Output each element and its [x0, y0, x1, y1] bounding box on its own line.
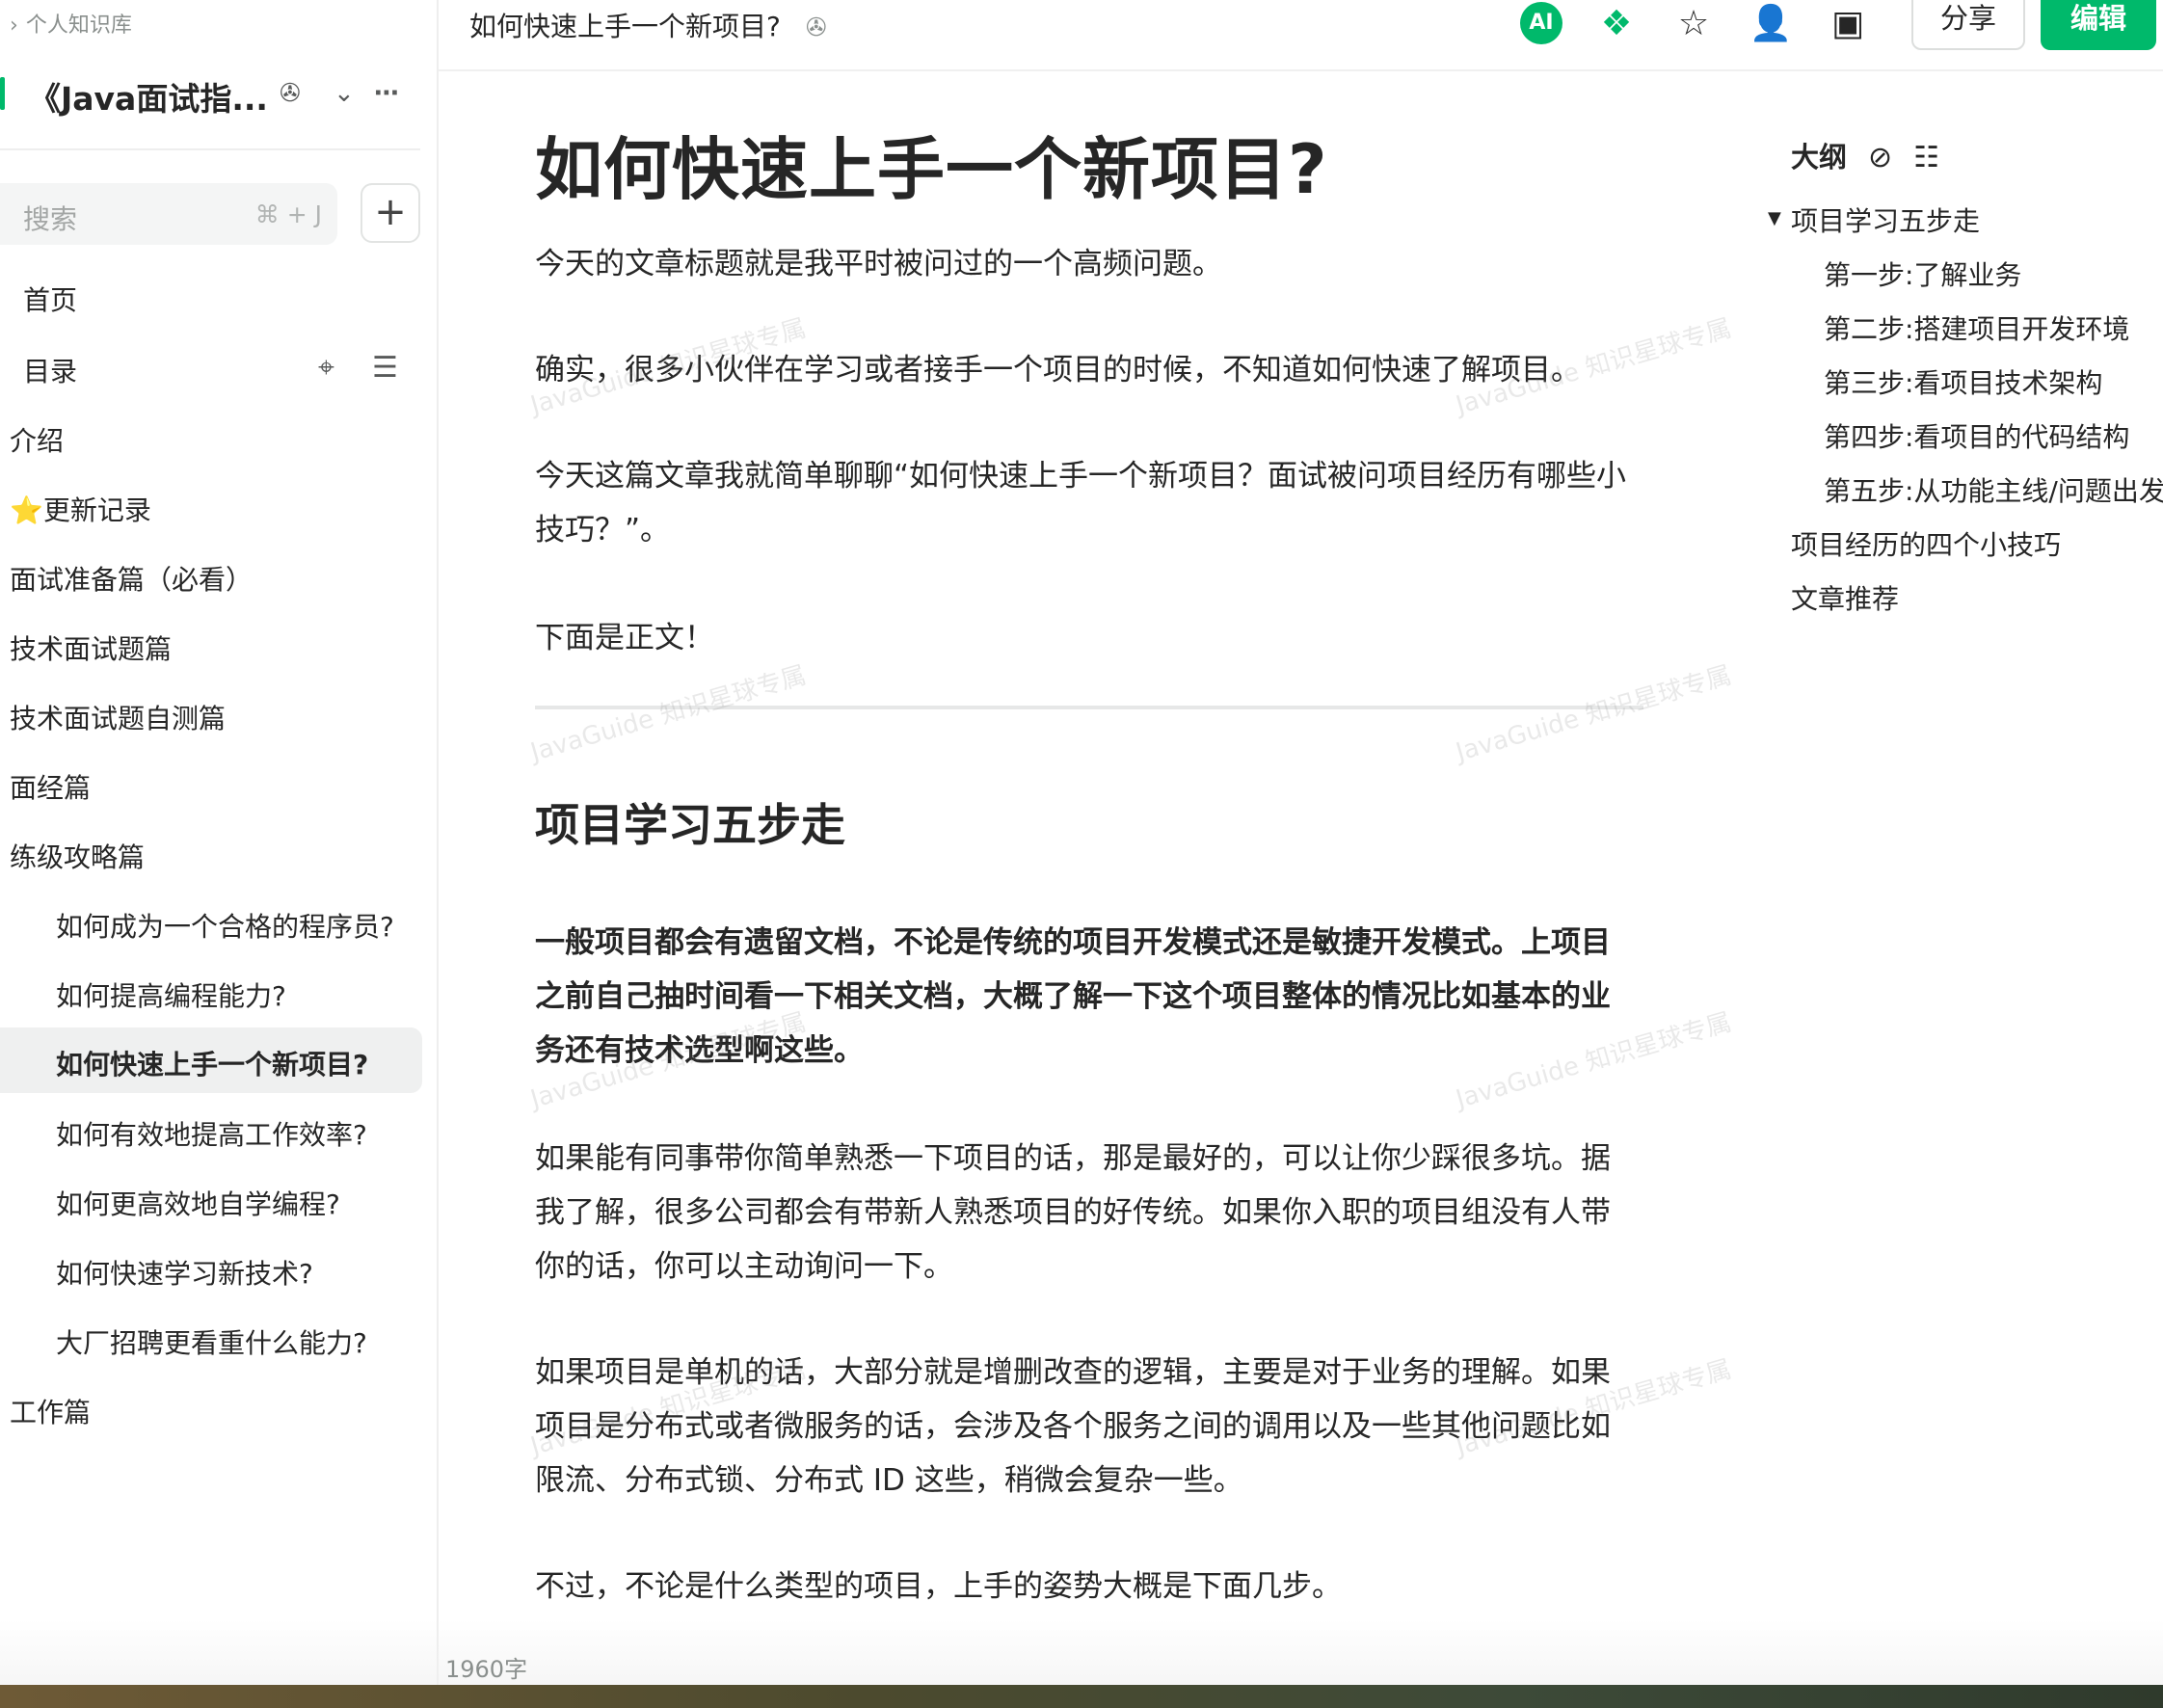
sidebar-item[interactable]: 大厂招聘更看重什么能力? [0, 1309, 420, 1369]
sidebar-item-label: 如何提高编程能力? [56, 980, 286, 1012]
caret-down-icon[interactable]: ▼ [1768, 208, 1781, 228]
outline-item[interactable]: 第四步:看项目的代码结构 [1824, 416, 2129, 455]
add-button[interactable]: + [360, 183, 420, 243]
sidebar-item-label: 介绍 [10, 425, 65, 457]
paragraph: 今天这篇文章我就简单聊聊“如何快速上手一个新项目？面试被问项目经历有哪些小技巧？… [535, 459, 1627, 547]
chevron-down-icon[interactable]: ⌄ [334, 79, 355, 108]
search-shortcut: ⌘ + J [254, 200, 322, 228]
outline-header: 大纲 ⊘ ☷ [1791, 135, 1939, 175]
book-accent-bar [0, 77, 5, 110]
outline-item[interactable]: 文章推荐 [1791, 578, 1899, 617]
presentation-icon[interactable]: ▣ [1825, 2, 1871, 48]
sidebar-item-toc[interactable]: 目录 ⌖ ☰ [0, 337, 420, 397]
sidebar-item-label: 工作篇 [10, 1397, 92, 1428]
sidebar-item-label: 技术面试题自测篇 [10, 703, 227, 734]
sidebar-item-label: 如何有效地提高工作效率? [56, 1119, 367, 1151]
outline-item-label: 项目学习五步走 [1791, 205, 1981, 237]
sidebar-item[interactable]: ⭐更新记录 [0, 476, 420, 536]
outline-item[interactable]: ▼ 项目学习五步走 [1768, 200, 1981, 239]
sidebar-item[interactable]: 面经篇 [0, 754, 420, 814]
outline-item[interactable]: 第三步:看项目技术架构 [1824, 362, 2102, 401]
hide-outline-icon[interactable]: ⊘ [1868, 141, 1892, 174]
sidebar-item-label: ⭐更新记录 [10, 494, 151, 526]
sidebar-item-active[interactable]: 如何快速上手一个新项目? [0, 1027, 422, 1093]
sidebar-item[interactable]: 技术面试题自测篇 [0, 684, 420, 744]
paragraph: 确实，很多小伙伴在学习或者接手一个项目的时候，不知道如何快速了解项目。 [535, 353, 1581, 387]
outline-item[interactable]: 第二步:搭建项目开发环境 [1824, 308, 2129, 347]
sidebar-item-label: 如何快速学习新技术? [56, 1258, 313, 1290]
sidebar-item-label: 如何成为一个合格的程序员? [56, 911, 394, 943]
sidebar-item-label: 目录 [23, 356, 78, 387]
paragraph: 下面是正文！ [535, 621, 714, 655]
article-title: 如何快速上手一个新项目? [535, 130, 1328, 209]
sidebar-item-label: 面经篇 [10, 772, 92, 804]
edit-button[interactable]: 编辑 [2041, 0, 2156, 50]
ai-assistant-button[interactable]: AI [1520, 2, 1562, 44]
share-button[interactable]: 分享 [1911, 0, 2025, 50]
sidebar-item[interactable]: 面试准备篇（必看） [0, 546, 420, 605]
more-icon[interactable]: ⋯ [374, 79, 399, 108]
section-heading: 项目学习五步走 [535, 799, 845, 851]
paragraph: 今天的文章标题就是我平时被问过的一个高频问题。 [535, 247, 1222, 281]
sidebar-item[interactable]: 如何快速学习新技术? [0, 1240, 420, 1299]
watermark: JavaGuide 知识星球专属 [527, 660, 810, 768]
sidebar-item-label: 如何更高效地自学编程? [56, 1188, 340, 1220]
sidebar-item[interactable]: 如何有效地提高工作效率? [0, 1101, 420, 1161]
sidebar-item[interactable]: 练级攻略篇 [0, 823, 420, 883]
sidebar-item-label: 技术面试题篇 [10, 633, 173, 665]
outline-item[interactable]: 第一步:了解业务 [1824, 254, 2021, 293]
outline-list-icon[interactable]: ☷ [1913, 141, 1939, 174]
sidebar-item-home[interactable]: 首页 [0, 266, 420, 326]
desktop-background-strip [0, 1685, 2163, 1708]
book-header: 《Java面试指... ✇ ⌄ ⋯ [0, 69, 424, 118]
sidebar-divider [0, 148, 420, 150]
palette-icon[interactable]: ✇ [280, 79, 301, 108]
header-doc-title-text: 如何快速上手一个新项目? [469, 11, 781, 42]
sidebar-item-label: 练级攻略篇 [10, 841, 146, 873]
paragraph-bold: 一般项目都会有遗留文档，不论是传统的项目开发模式还是敏捷开发模式。上项目之前自己… [535, 925, 1611, 1068]
sidebar-item[interactable]: 如何更高效地自学编程? [0, 1170, 420, 1230]
word-count: 1960字 [445, 1656, 528, 1683]
sidebar-item-label: 面试准备篇（必看） [10, 564, 254, 596]
book-title[interactable]: 《Java面试指... [29, 73, 268, 120]
paragraph: 如果项目是单机的话，大部分就是增删改查的逻辑，主要是对于业务的理解。如果项目是分… [535, 1355, 1611, 1498]
breadcrumb[interactable]: › 个人知识库 [10, 8, 132, 39]
search-input[interactable]: 搜索 ⌘ + J [0, 183, 337, 245]
apps-icon[interactable]: ❖ [1593, 2, 1640, 48]
doc-header: 如何快速上手一个新项目? ✇ AI ❖ ☆ 👤 ▣ 分享 编辑 [439, 0, 2163, 71]
breadcrumb-label: 个人知识库 [25, 13, 132, 38]
sidebar-item[interactable]: 技术面试题篇 [0, 615, 420, 675]
sidebar-item[interactable]: 工作篇 [0, 1378, 420, 1438]
watermark: JavaGuide 知识星球专属 [1453, 660, 1735, 768]
sidebar-item[interactable]: 介绍 [0, 407, 420, 467]
search-placeholder: 搜索 [23, 203, 78, 235]
header-doc-title: 如何快速上手一个新项目? ✇ [469, 6, 827, 44]
sidebar-item[interactable]: 如何成为一个合格的程序员? [0, 893, 420, 952]
palette-icon[interactable]: ✇ [806, 13, 827, 42]
paragraph: 如果能有同事带你简单熟悉一下项目的话，那是最好的，可以让你少踩很多坑。据我了解，… [535, 1141, 1611, 1284]
outline-item[interactable]: 项目经历的四个小技巧 [1791, 524, 2061, 563]
sidebar-item-label: 大厂招聘更看重什么能力? [56, 1327, 367, 1359]
sidebar: › 个人知识库 《Java面试指... ✇ ⌄ ⋯ 搜索 ⌘ + J + 首页 目… [0, 0, 439, 1708]
list-collapse-icon[interactable]: ☰ [372, 351, 398, 385]
chevron-right-icon: › [10, 13, 18, 38]
outline-item[interactable]: 第五步:从功能主线/问题出发 [1824, 470, 2163, 509]
star-icon[interactable]: ☆ [1670, 2, 1717, 48]
bottom-fade [0, 1619, 2163, 1685]
sidebar-item[interactable]: 如何提高编程能力? [0, 962, 420, 1022]
add-collaborator-icon[interactable]: 👤 [1748, 2, 1794, 48]
plus-icon: + [374, 190, 407, 234]
outline-heading: 大纲 [1791, 141, 1848, 173]
horizontal-rule [535, 706, 1643, 709]
sidebar-item-label: 首页 [23, 284, 78, 316]
paragraph: 不过，不论是什么类型的项目，上手的姿势大概是下面几步。 [535, 1569, 1342, 1604]
locate-icon[interactable]: ⌖ [318, 351, 334, 385]
sidebar-item-label: 如何快速上手一个新项目? [56, 1049, 369, 1081]
